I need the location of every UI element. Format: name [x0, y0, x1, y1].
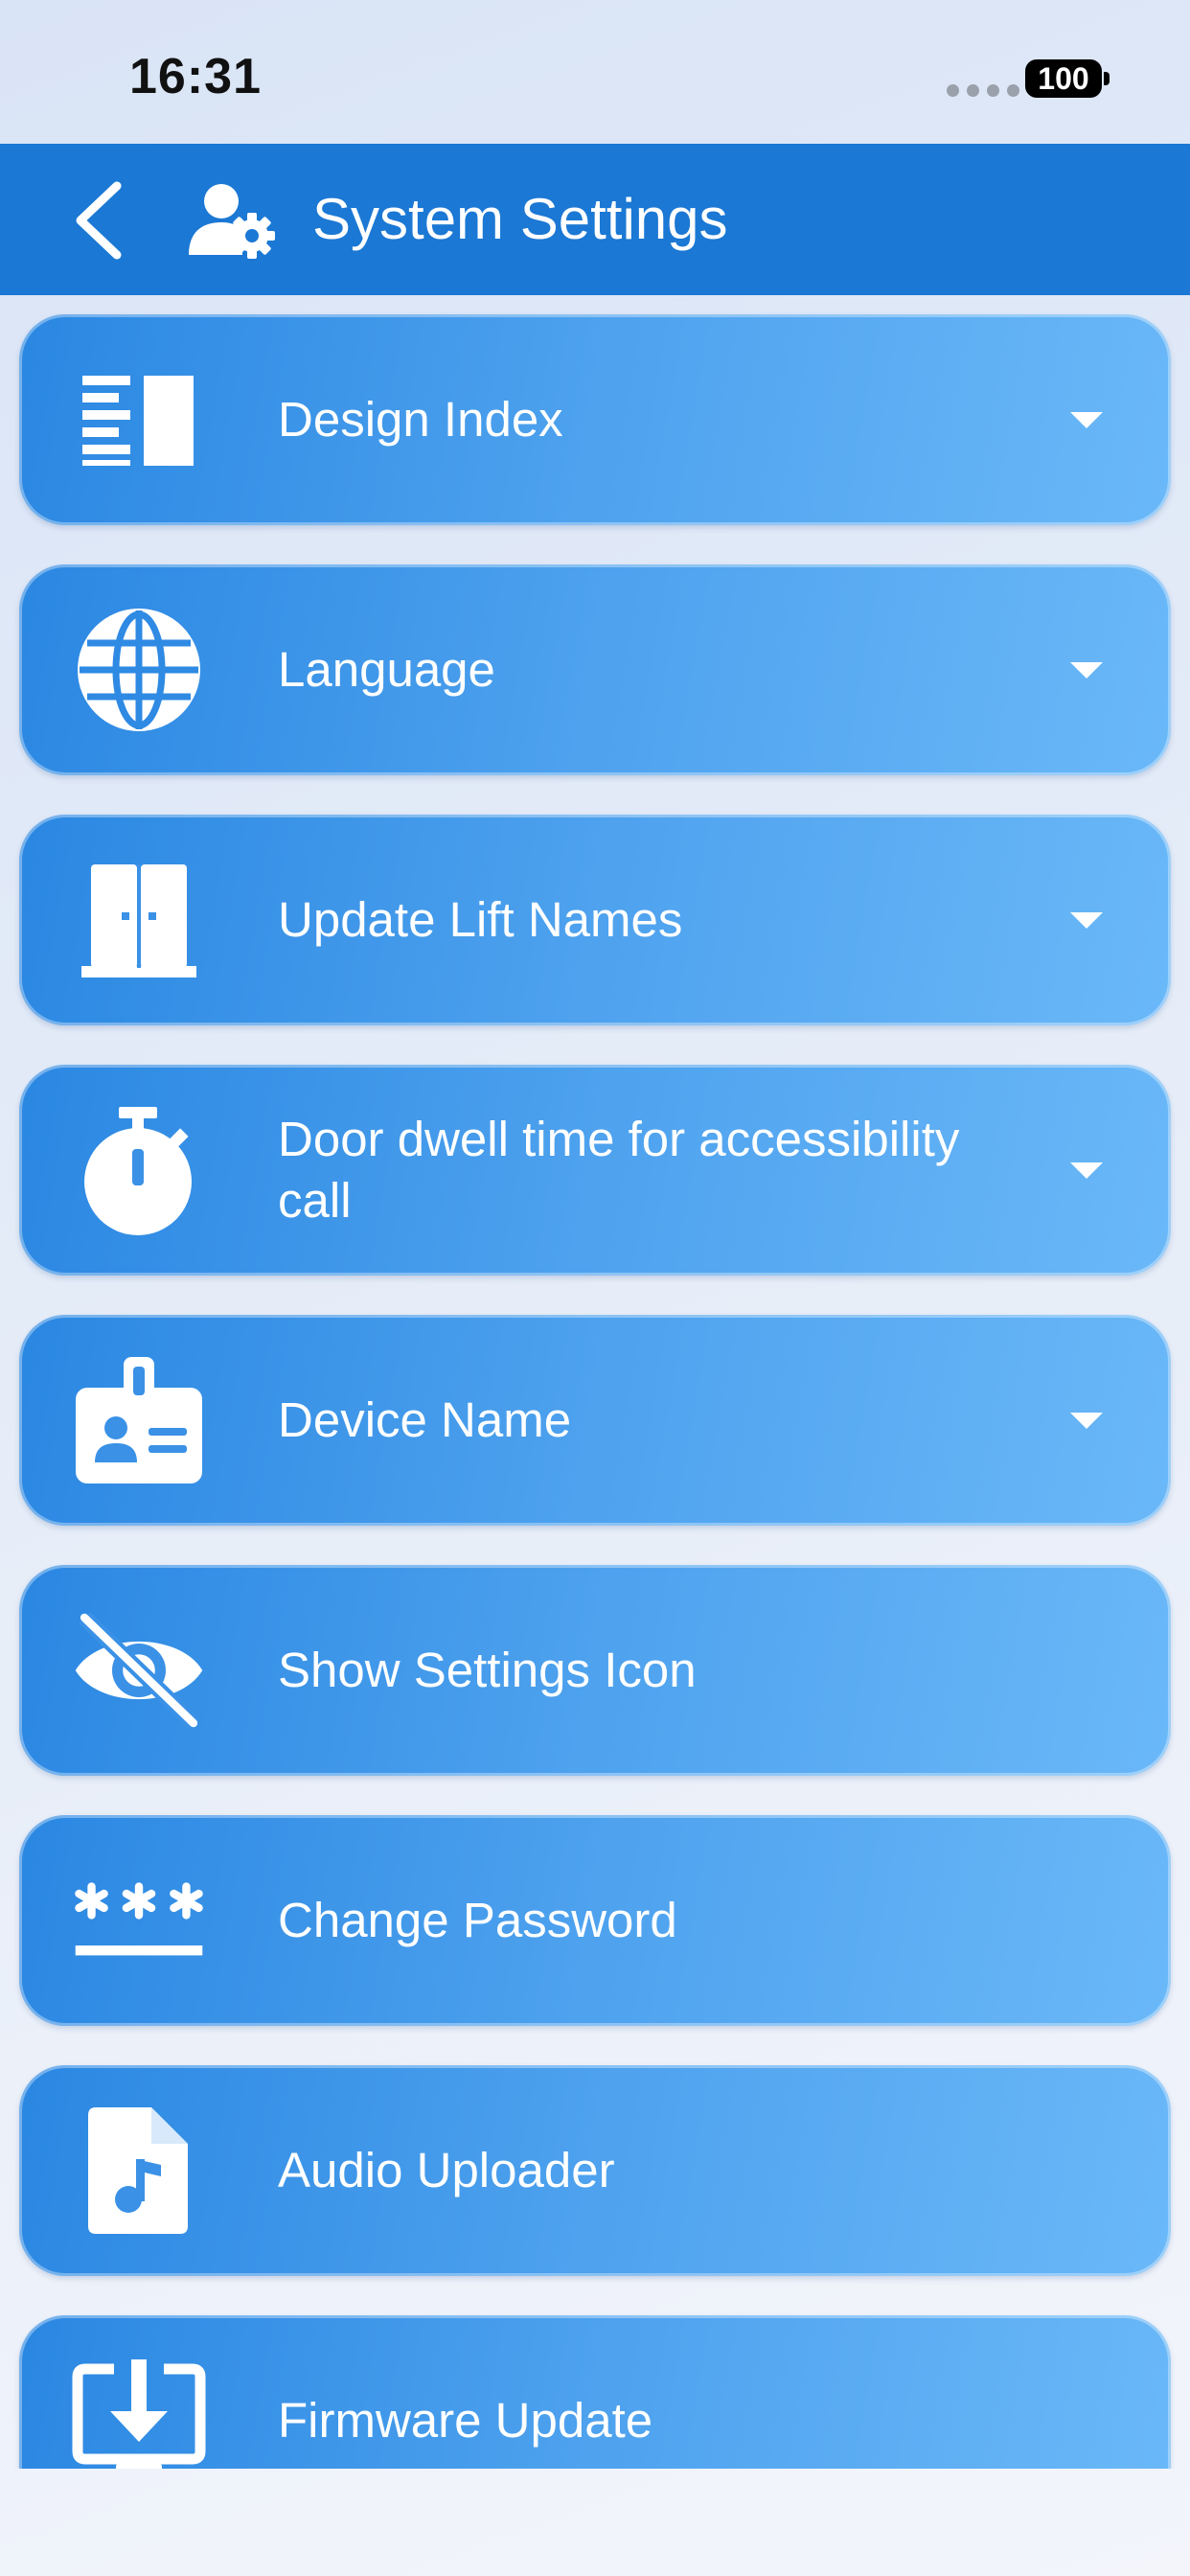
lift-doors-icon [72, 853, 206, 987]
password-icon [72, 1853, 206, 1988]
settings-item-language[interactable]: Language [19, 564, 1171, 775]
settings-item-label: Change Password [278, 1893, 677, 1947]
status-bar: 16:31 100 [0, 0, 1190, 144]
settings-item-update-lift-names[interactable]: Update Lift Names [19, 815, 1171, 1025]
battery-icon: 100 [1025, 59, 1102, 98]
chevron-down-icon [1070, 412, 1103, 428]
settings-item-label: Firmware Update [278, 2393, 653, 2448]
eye-slash-icon [72, 1603, 206, 1737]
signal-icon [947, 84, 1019, 97]
settings-item-change-password[interactable]: Change Password [19, 1815, 1171, 2026]
app-header: System Settings [0, 144, 1190, 295]
user-settings-icon [187, 182, 279, 259]
settings-item-label: Show Settings Icon [278, 1643, 697, 1697]
download-monitor-icon [72, 2354, 206, 2469]
settings-list: Design Index Language Update Lift Names … [0, 295, 1190, 2469]
settings-item-label: Update Lift Names [278, 892, 683, 947]
chevron-down-icon [1070, 1162, 1103, 1179]
back-button[interactable] [59, 180, 136, 261]
settings-item-label: Audio Uploader [278, 2143, 615, 2197]
settings-item-door-dwell-time[interactable]: Door dwell time for accessibility call [19, 1065, 1171, 1276]
settings-item-device-name[interactable]: Device Name [19, 1315, 1171, 1526]
settings-item-design-index[interactable]: Design Index [19, 314, 1171, 525]
settings-item-audio-uploader[interactable]: Audio Uploader [19, 2065, 1171, 2276]
chevron-down-icon [1070, 662, 1103, 678]
globe-icon [72, 603, 206, 737]
stopwatch-icon [72, 1103, 206, 1237]
chevron-down-icon [1070, 1413, 1103, 1429]
design-index-icon [72, 353, 206, 487]
settings-item-show-settings-icon[interactable]: Show Settings Icon [19, 1565, 1171, 1776]
battery-nub [1104, 72, 1110, 85]
chevron-left-icon [76, 181, 122, 260]
chevron-down-icon [1070, 912, 1103, 929]
settings-item-label: Language [278, 642, 495, 697]
id-badge-icon [72, 1353, 206, 1487]
settings-item-label: Design Index [278, 392, 563, 447]
page-title: System Settings [312, 187, 728, 251]
audio-file-icon [72, 2104, 206, 2238]
settings-item-label: Door dwell time for accessibility call [278, 1112, 960, 1228]
settings-item-label: Device Name [278, 1392, 572, 1447]
status-time: 16:31 [129, 49, 262, 104]
settings-item-firmware-update[interactable]: Firmware Update [19, 2315, 1171, 2469]
bottom-safe-area [0, 2469, 1190, 2576]
